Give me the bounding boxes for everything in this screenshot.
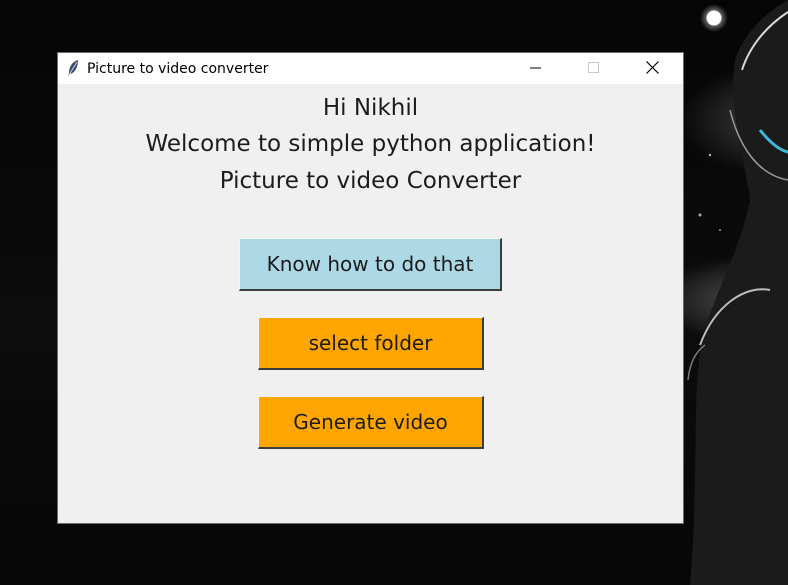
close-button[interactable] xyxy=(623,53,681,84)
subtitle-label: Picture to video Converter xyxy=(219,168,522,194)
generate-video-button[interactable]: Generate video xyxy=(258,396,484,449)
maximize-icon xyxy=(588,59,600,78)
feather-icon xyxy=(66,59,80,77)
main-content: Hi Nikhil Welcome to simple python appli… xyxy=(58,84,683,523)
window-title: Picture to video converter xyxy=(87,61,269,77)
greeting-label: Hi Nikhil xyxy=(322,95,419,121)
close-icon xyxy=(645,59,659,78)
welcome-label: Welcome to simple python application! xyxy=(145,131,596,157)
minimize-icon xyxy=(530,59,542,78)
maximize-button[interactable] xyxy=(565,53,623,84)
app-window: Picture to video converter Hi Nikhil Wel… xyxy=(58,53,683,523)
minimize-button[interactable] xyxy=(507,53,565,84)
know-how-button[interactable]: Know how to do that xyxy=(239,238,502,291)
select-folder-button[interactable]: select folder xyxy=(258,317,484,370)
title-bar[interactable]: Picture to video converter xyxy=(58,53,683,84)
